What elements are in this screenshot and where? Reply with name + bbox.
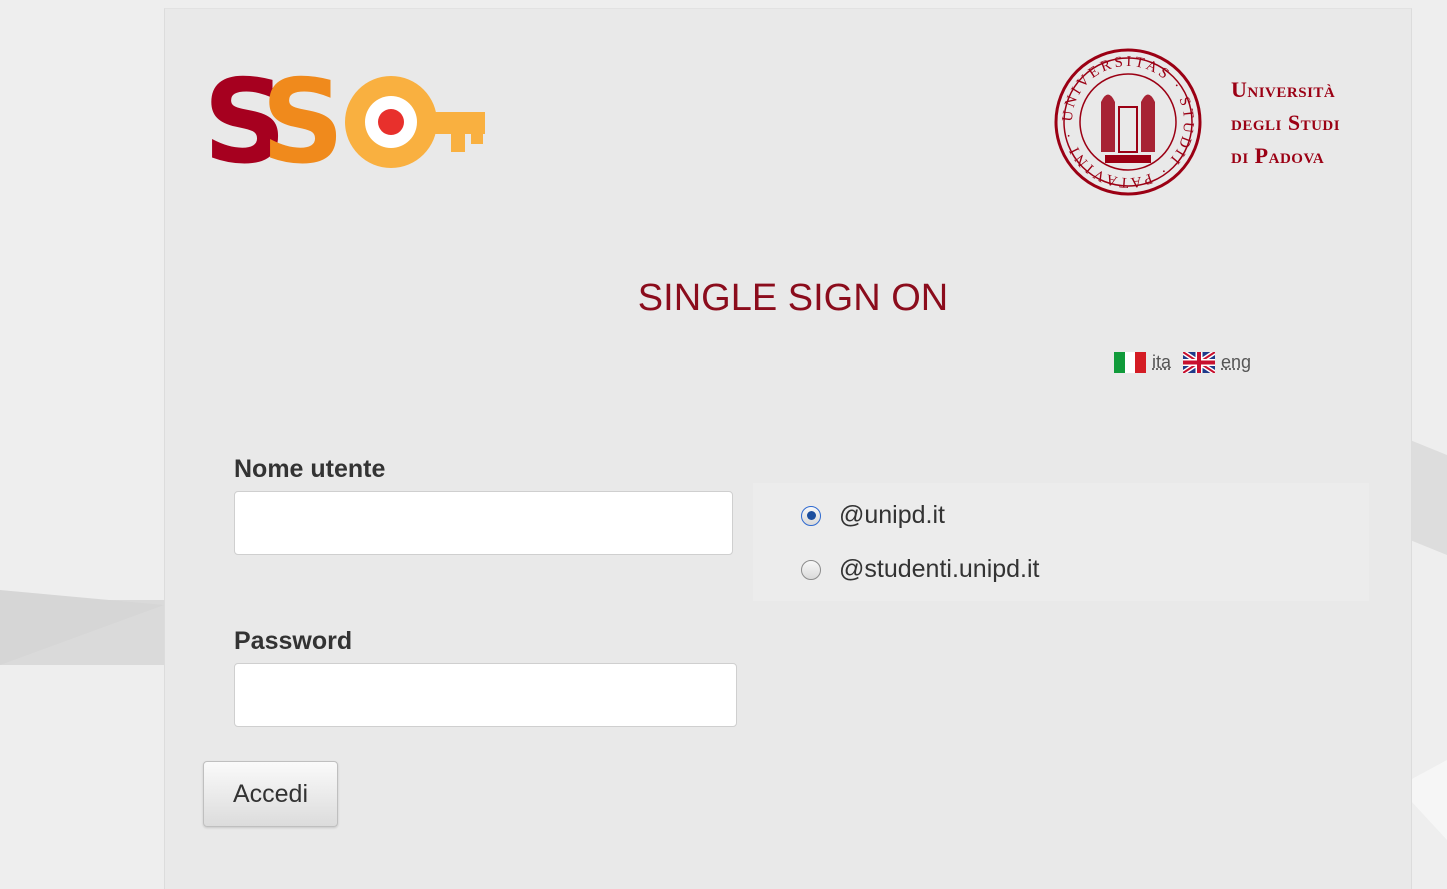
page-title: SINGLE SIGN ON	[637, 277, 949, 319]
domain-radio-studenti[interactable]	[801, 559, 821, 580]
domain-label-studenti: @studenti.unipd.it	[839, 555, 1040, 583]
university-name-line-1: Università	[1231, 77, 1336, 102]
login-button[interactable]: Accedi	[203, 761, 338, 827]
login-panel: S S UNIVERSITAS · STUDII · PATAVINI · Un…	[164, 8, 1412, 889]
domain-option-unipd[interactable]: @unipd.it	[801, 501, 945, 530]
university-seal-icon: UNIVERSITAS · STUDII · PATAVINI ·	[1054, 48, 1202, 196]
language-selector: ita eng	[1114, 352, 1263, 373]
svg-text:S: S	[261, 64, 337, 179]
university-name-line-2: degli Studi	[1231, 110, 1341, 135]
domain-label-unipd: @unipd.it	[839, 501, 945, 529]
sso-logo: S S	[203, 64, 485, 179]
domain-radio-unipd[interactable]	[801, 505, 821, 526]
university-name: Università degli Studi di Padova	[1231, 73, 1340, 172]
italian-flag-icon[interactable]	[1114, 352, 1146, 373]
username-label: Nome utente	[234, 455, 386, 483]
domain-option-studenti[interactable]: @studenti.unipd.it	[801, 555, 1040, 584]
language-link-eng[interactable]: eng	[1221, 352, 1251, 373]
password-label: Password	[234, 627, 353, 655]
username-input[interactable]	[234, 491, 733, 555]
password-input[interactable]	[234, 663, 737, 727]
uk-flag-icon[interactable]	[1183, 352, 1216, 373]
language-link-ita[interactable]: ita	[1152, 352, 1171, 373]
university-name-line-3: di Padova	[1231, 143, 1325, 168]
